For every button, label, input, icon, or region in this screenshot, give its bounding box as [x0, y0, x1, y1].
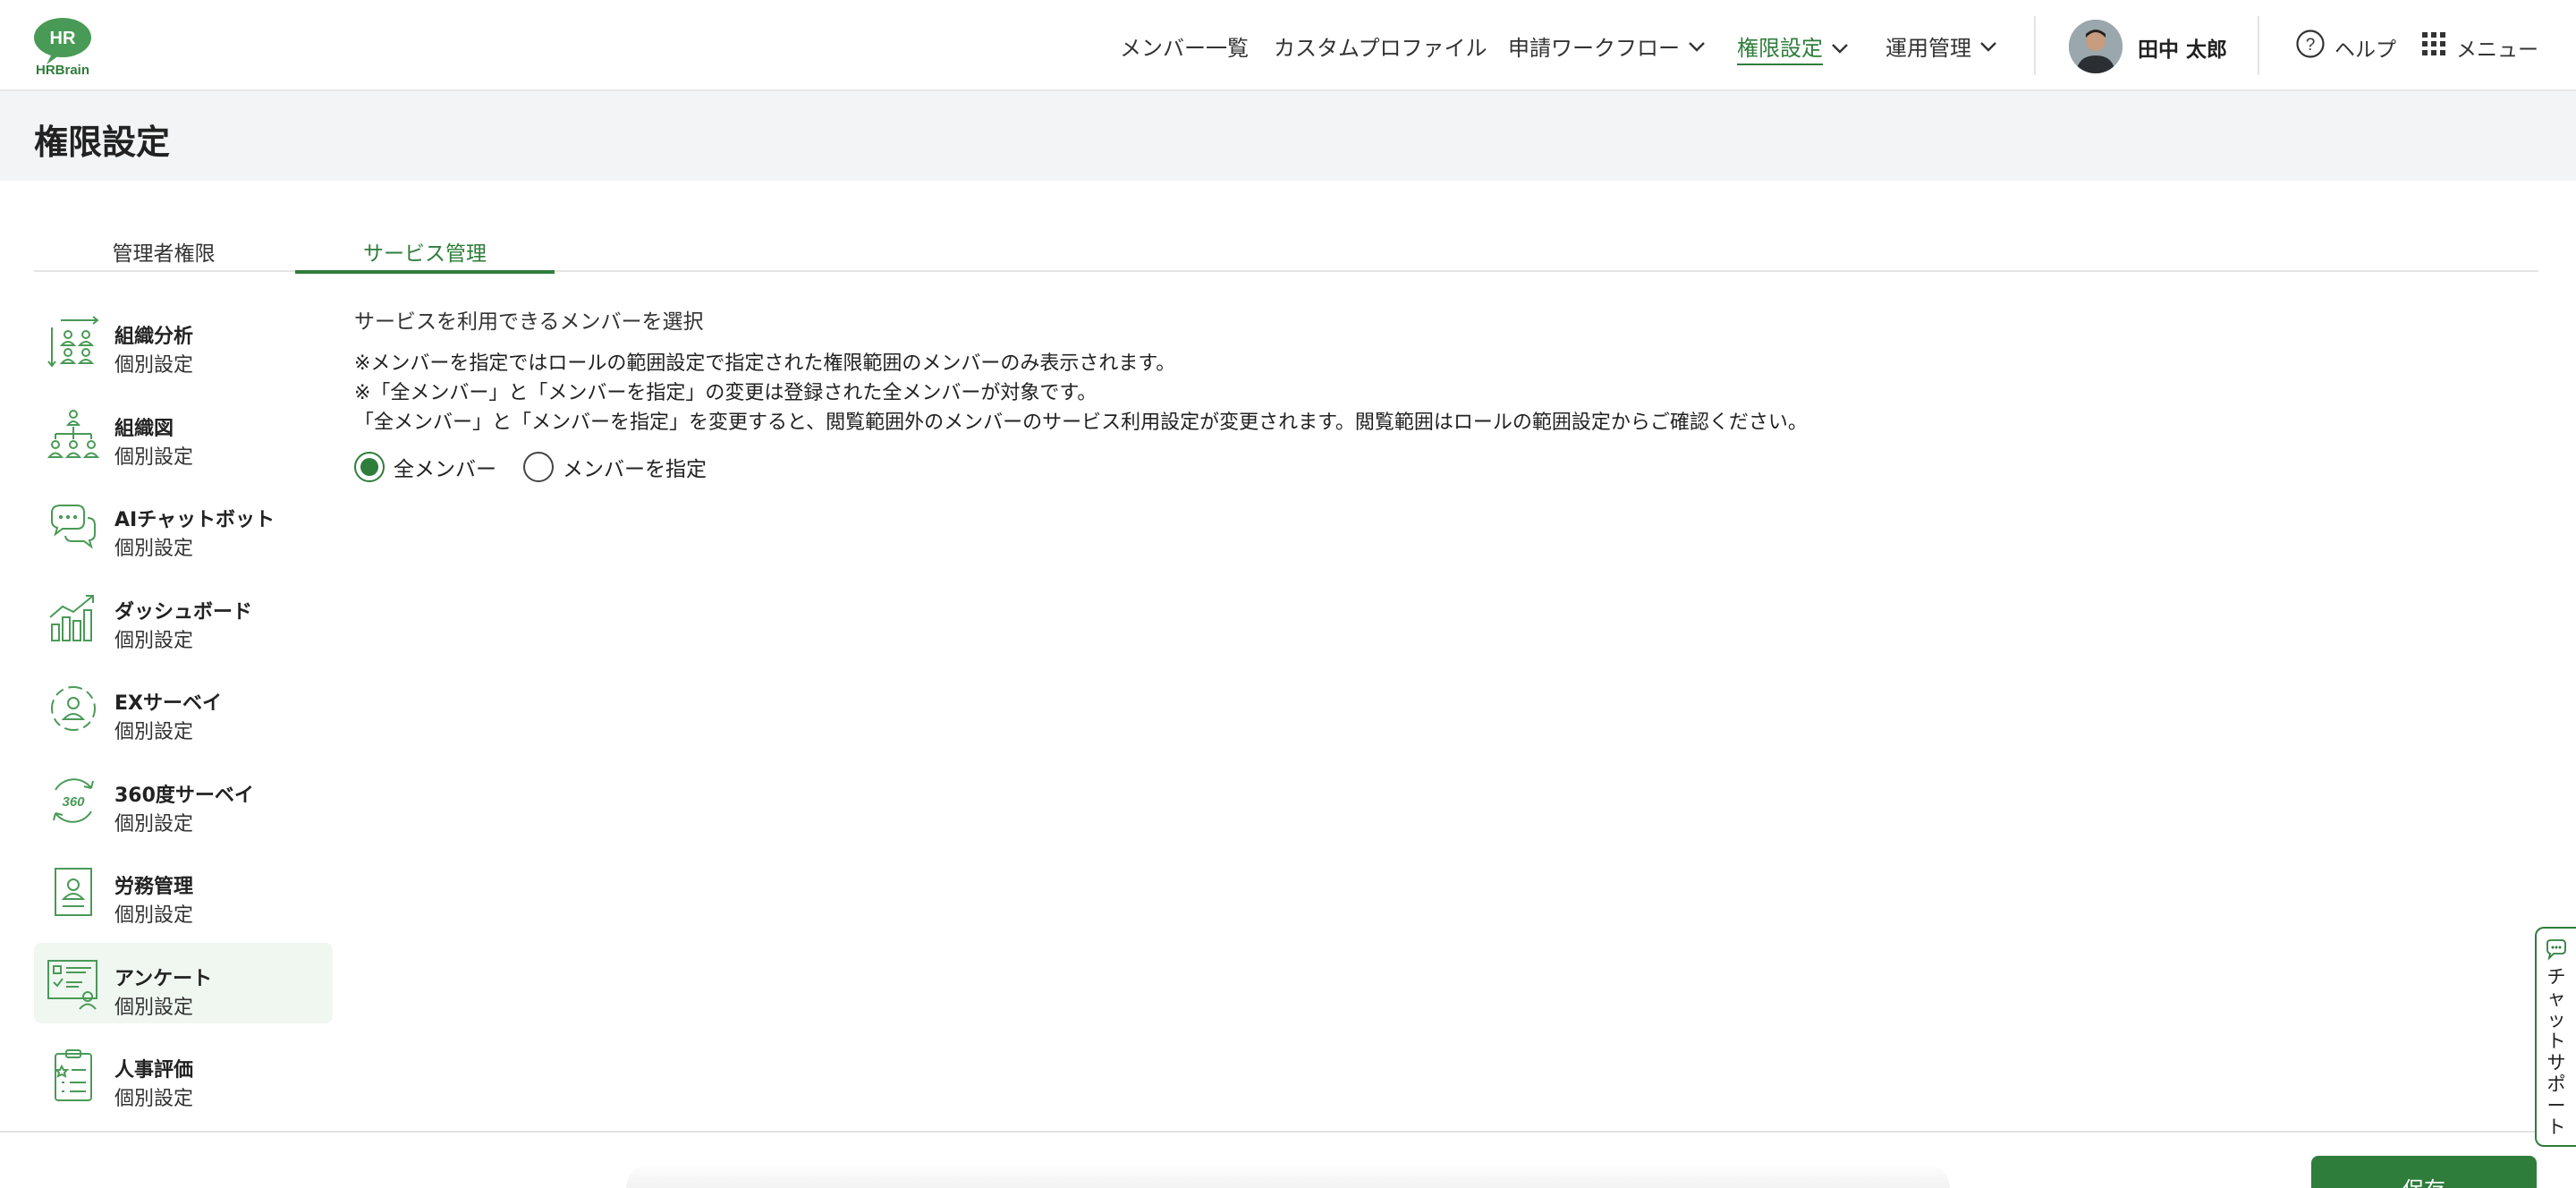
footer-divider: [0, 1131, 2576, 1133]
tab-bar: 管理者権限 サービス管理: [34, 231, 2538, 274]
tab-admin-permissions[interactable]: 管理者権限: [34, 236, 293, 274]
dashboard-icon: [49, 594, 94, 641]
radio-button-checked[interactable]: [354, 452, 385, 482]
ex-survey-icon: [51, 686, 96, 731]
sidebar-item-name: 人事評価: [114, 1059, 194, 1082]
sidebar-item-dashboard[interactable]: ダッシュボード 個別設定: [34, 576, 333, 657]
svg-text:?: ?: [2306, 36, 2316, 55]
sidebar-item-sub: 個別設定: [114, 721, 194, 743]
radio-all-members-label: 全メンバー: [394, 458, 496, 481]
service-settings-panel: サービスを利用できるメンバーを選択 ※メンバーを指定ではロールの範囲設定で指定さ…: [354, 304, 2501, 482]
sidebar-item-name: 労務管理: [114, 876, 194, 898]
nav-permissions-label: 権限設定: [1737, 30, 1823, 65]
sidebar-item-ex-survey[interactable]: EXサーベイ 個別設定: [34, 667, 333, 748]
sidebar-item-hr-evaluation[interactable]: 人事評価 個別設定: [34, 1034, 333, 1115]
page-title: 権限設定: [34, 123, 171, 162]
sidebar-item-org-chart[interactable]: 組織図 個別設定: [34, 393, 333, 473]
sidebar-item-name: 組織分析: [114, 326, 194, 348]
nav-operations[interactable]: 運用管理: [1885, 30, 1998, 62]
radio-button-unchecked[interactable]: [523, 452, 554, 482]
chevron-down-icon: [1832, 43, 1848, 54]
nav-custom-profile-label: カスタムプロファイル: [1274, 36, 1487, 61]
sidebar-item-labor-management[interactable]: 労務管理 個別設定: [34, 851, 333, 931]
sidebar-item-sub: 個別設定: [114, 1088, 194, 1110]
org-chart-icon: [47, 409, 100, 458]
header-divider: [2034, 16, 2036, 75]
nav-permissions[interactable]: 権限設定: [1737, 30, 1850, 65]
sidebar-item-name: EXサーベイ: [114, 692, 222, 715]
hr-evaluation-icon: [54, 1049, 92, 1101]
chat-support-tab[interactable]: チャットサポート: [2535, 927, 2576, 1147]
member-scope-radio-group: 全メンバー メンバーを指定: [354, 452, 2501, 482]
chat-bubble-icon: [2546, 939, 2566, 961]
page-title-band: 権限設定: [0, 91, 2576, 181]
sidebar-item-questionnaire[interactable]: アンケート 個別設定: [34, 942, 333, 1023]
chevron-down-icon: [1689, 41, 1705, 52]
survey-360-icon: 360: [53, 777, 94, 823]
app-grid-icon[interactable]: [2420, 30, 2447, 57]
note-line: 「全メンバー」と「メンバーを指定」を変更すると、閲覧範囲外のメンバーのサービス利…: [354, 412, 1808, 434]
radio-dot: [360, 458, 378, 476]
chat-support-label: チャットサポート: [2546, 966, 2566, 1138]
radio-specify-members-label: メンバーを指定: [563, 458, 707, 481]
radio-specify-members[interactable]: メンバーを指定: [523, 452, 707, 482]
section-heading: サービスを利用できるメンバーを選択: [354, 310, 704, 334]
tab-service-management[interactable]: サービス管理: [295, 236, 555, 274]
sidebar-item-sub: 個別設定: [114, 812, 194, 836]
chevron-down-icon: [1980, 41, 1996, 52]
sidebar-item-name: 360度サーベイ: [114, 784, 254, 807]
sidebar-item-360-survey[interactable]: 360 360度サーベイ 個別設定: [34, 759, 333, 840]
menu-link[interactable]: メニュー: [2456, 32, 2538, 63]
nav-workflow-label: 申請ワークフロー: [1508, 36, 1680, 61]
sidebar-item-name: 組織図: [114, 417, 174, 440]
labor-management-icon: [55, 868, 92, 916]
user-name[interactable]: 田中 太郎: [2138, 32, 2227, 63]
sidebar-item-name: アンケート: [114, 967, 213, 990]
note-line: ※メンバーを指定ではロールの範囲設定で指定された権限範囲のメンバーのみ表示されま…: [354, 352, 1176, 375]
logo-hr-text: HR: [50, 29, 76, 48]
chatbot-icon: [51, 505, 96, 549]
sidebar-item-sub: 個別設定: [114, 904, 194, 927]
hrbrain-logo[interactable]: HR HRBrain: [32, 18, 93, 77]
sidebar-item-name: AIチャットボット: [114, 509, 275, 531]
top-header: HR HRBrain メンバー一覧 カスタムプロファイル 申請ワークフロー 権限…: [0, 0, 2576, 91]
sidebar-item-sub: 個別設定: [114, 446, 194, 469]
sidebar-item-sub: 個別設定: [114, 354, 194, 377]
header-divider: [2258, 16, 2259, 75]
service-sidebar: 組織分析 個別設定 組織図 個別設定 AIチャットボット 個別設定 ダッシュボー…: [34, 301, 333, 1126]
sidebar-item-ai-chatbot[interactable]: AIチャットボット 個別設定: [34, 484, 333, 564]
nav-members[interactable]: メンバー一覧: [1120, 30, 1249, 62]
svg-text:360: 360: [62, 794, 85, 810]
help-icon[interactable]: ?: [2295, 29, 2326, 59]
help-link[interactable]: ヘルプ: [2334, 32, 2396, 63]
org-analysis-icon: [47, 316, 99, 368]
sidebar-item-sub: 個別設定: [114, 629, 194, 652]
note-line: ※「全メンバー」と「メンバーを指定」の変更は登録された全メンバーが対象です。: [354, 382, 1097, 404]
avatar[interactable]: [2069, 20, 2123, 73]
nav-operations-label: 運用管理: [1885, 36, 1971, 61]
logo-brand-text: HRBrain: [36, 63, 89, 77]
sidebar-item-org-analysis[interactable]: 組織分析 個別設定: [34, 301, 333, 381]
nav-custom-profile[interactable]: カスタムプロファイル: [1274, 30, 1487, 62]
save-button[interactable]: 保存: [2311, 1156, 2537, 1188]
nav-workflow[interactable]: 申請ワークフロー: [1508, 30, 1707, 62]
nav-members-label: メンバー一覧: [1120, 36, 1249, 61]
questionnaire-icon: [47, 959, 97, 1010]
user-photo: [2069, 20, 2123, 73]
sidebar-item-name: ダッシュボード: [114, 600, 253, 624]
radio-all-members[interactable]: 全メンバー: [354, 452, 496, 482]
footer-shadow: [626, 1163, 1950, 1188]
sidebar-item-sub: 個別設定: [114, 996, 194, 1019]
sidebar-item-sub: 個別設定: [114, 538, 194, 560]
